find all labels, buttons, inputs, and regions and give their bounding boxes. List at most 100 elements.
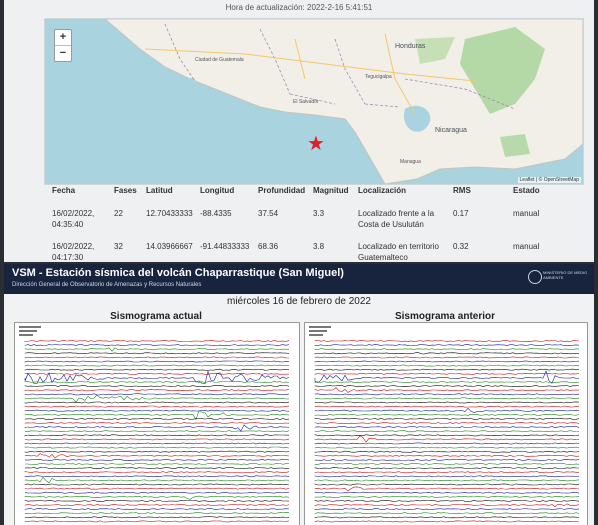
seismogram-trace	[314, 364, 580, 367]
current-seismogram-title: Sismograma actual	[110, 311, 202, 322]
seismogram-trace	[314, 435, 580, 443]
seismogram-trace	[314, 407, 580, 413]
seismogram-trace	[24, 405, 290, 408]
seismogram-trace	[24, 424, 290, 432]
seismogram-trace	[314, 479, 580, 482]
previous-seismogram-title: Sismograma anterior	[394, 311, 496, 322]
seismogram-trace	[24, 491, 290, 494]
seismogram-header: VSM - Estación sísmica del volcán Chapar…	[4, 264, 594, 294]
seismogram-trace	[314, 499, 580, 502]
seismogram-trace	[24, 385, 290, 388]
seismogram-trace	[24, 389, 290, 392]
cell-rms: 0.17	[453, 209, 469, 218]
seismogram-trace	[24, 487, 290, 490]
seismogram-trace	[314, 442, 580, 445]
seismogram-trace	[314, 475, 580, 478]
seismogram-trace	[314, 356, 580, 359]
ministry-emblem-icon	[528, 270, 542, 284]
seismogram-trace	[314, 397, 580, 400]
ministry-name: MINISTERIO DE MEDIO AMBIENTE	[543, 270, 588, 280]
seismogram-trace	[314, 372, 580, 375]
cell-magnitud: 3.3	[313, 209, 325, 218]
seismogram-trace	[24, 394, 290, 403]
seismogram-trace	[314, 495, 580, 498]
table-row[interactable]: 16/02/2022, 04:17:30 32 14.03966667 -91.…	[52, 233, 563, 262]
seismogram-trace	[24, 409, 290, 412]
seismogram-trace	[314, 401, 580, 404]
seismogram-trace	[24, 446, 290, 449]
map-label-tegucigalpa: Tegucigalpa	[365, 74, 392, 80]
col-latitud: Latitud	[146, 186, 173, 195]
table-row[interactable]: 16/02/2022, 04:35:40 22 12.70433333 -88.…	[52, 200, 563, 233]
seismogram-trace	[24, 368, 289, 371]
col-fecha: Fecha	[52, 186, 76, 195]
seismogram-trace	[314, 405, 580, 408]
map-label-guatemala-city: Ciudad de Guatemala	[195, 57, 244, 63]
seismogram-trace	[24, 520, 290, 523]
cell-fases: 32	[114, 242, 123, 251]
seismogram-trace	[314, 340, 580, 342]
zoom-out-button[interactable]: −	[55, 45, 71, 61]
seismogram-trace	[314, 430, 580, 433]
previous-seismogram-traces	[309, 326, 580, 523]
previous-seismogram[interactable]	[304, 322, 588, 525]
seismogram-trace	[314, 344, 580, 347]
seismogram-trace	[24, 458, 290, 461]
seismogram-trace	[24, 516, 290, 519]
seismogram-trace	[314, 508, 580, 511]
earthquake-monitor-screen: Hora de actualización: 2022-2-16 5:41:51…	[4, 0, 594, 262]
earthquake-map[interactable]: + − Honduras Nicaragua El Salvador Ciuda…	[44, 18, 584, 185]
seismogram-header-text	[309, 330, 327, 332]
col-estado: Estado	[513, 186, 540, 195]
seismogram-date: miércoles 16 de febrero de 2022	[227, 296, 371, 307]
map-label-honduras: Honduras	[395, 43, 426, 50]
station-subtitle: Dirección General de Observatorio de Ame…	[12, 282, 202, 288]
seismogram-trace	[24, 471, 290, 474]
seismogram-trace	[314, 520, 580, 523]
map-label-el-salvador: El Salvador	[293, 99, 319, 105]
seismogram-trace	[314, 360, 580, 363]
cell-magnitud: 3.8	[313, 242, 325, 251]
seismogram-header-text	[309, 326, 331, 328]
seismogram-trace	[314, 471, 579, 474]
seismogram-trace	[314, 450, 580, 453]
seismogram-trace	[24, 401, 290, 404]
seismogram-trace	[24, 356, 290, 359]
seismogram-trace	[24, 512, 290, 515]
zoom-in-button[interactable]: +	[55, 30, 71, 45]
seismogram-trace	[24, 417, 290, 420]
current-seismogram-traces	[19, 326, 290, 523]
current-seismogram[interactable]	[14, 322, 300, 525]
seismogram-header-text	[19, 334, 33, 336]
seismogram-trace	[24, 344, 290, 347]
epicenter-star-icon[interactable]: ★	[307, 134, 325, 154]
col-longitud: Longitud	[200, 186, 235, 195]
seismogram-trace	[314, 393, 580, 396]
seismogram-trace	[24, 483, 290, 486]
seismogram-header-text	[309, 334, 323, 336]
seismogram-header-text	[19, 326, 41, 328]
earthquake-table: Fecha Fases Latitud Longitud Profundidad…	[52, 186, 563, 262]
seismogram-trace	[24, 499, 290, 502]
seismogram-trace	[24, 450, 290, 453]
cell-rms: 0.32	[453, 242, 469, 251]
seismogram-trace	[24, 360, 290, 363]
cell-estado: manual	[513, 209, 540, 218]
seismogram-trace	[314, 486, 580, 492]
map-label-managua: Managua	[400, 159, 421, 165]
seismogram-trace	[24, 430, 290, 433]
seismogram-trace	[25, 463, 289, 465]
seismogram-trace	[314, 512, 580, 515]
seismogram-trace	[314, 503, 580, 508]
map-attribution[interactable]: Leaflet | © OpenStreetMap	[517, 177, 581, 183]
cell-longitud: -91.44833333	[200, 242, 250, 251]
seismogram-trace	[24, 364, 290, 367]
seismogram-trace	[314, 381, 580, 383]
cell-fecha: 16/02/2022, 04:17:30	[52, 242, 95, 262]
zoom-controls: + −	[54, 29, 72, 62]
seismogram-trace	[24, 352, 290, 355]
seismogram-trace	[24, 438, 290, 441]
table-header-row: Fecha Fases Latitud Longitud Profundidad…	[52, 186, 563, 200]
seismogram-trace	[24, 381, 290, 383]
seismogram-trace	[314, 458, 580, 461]
